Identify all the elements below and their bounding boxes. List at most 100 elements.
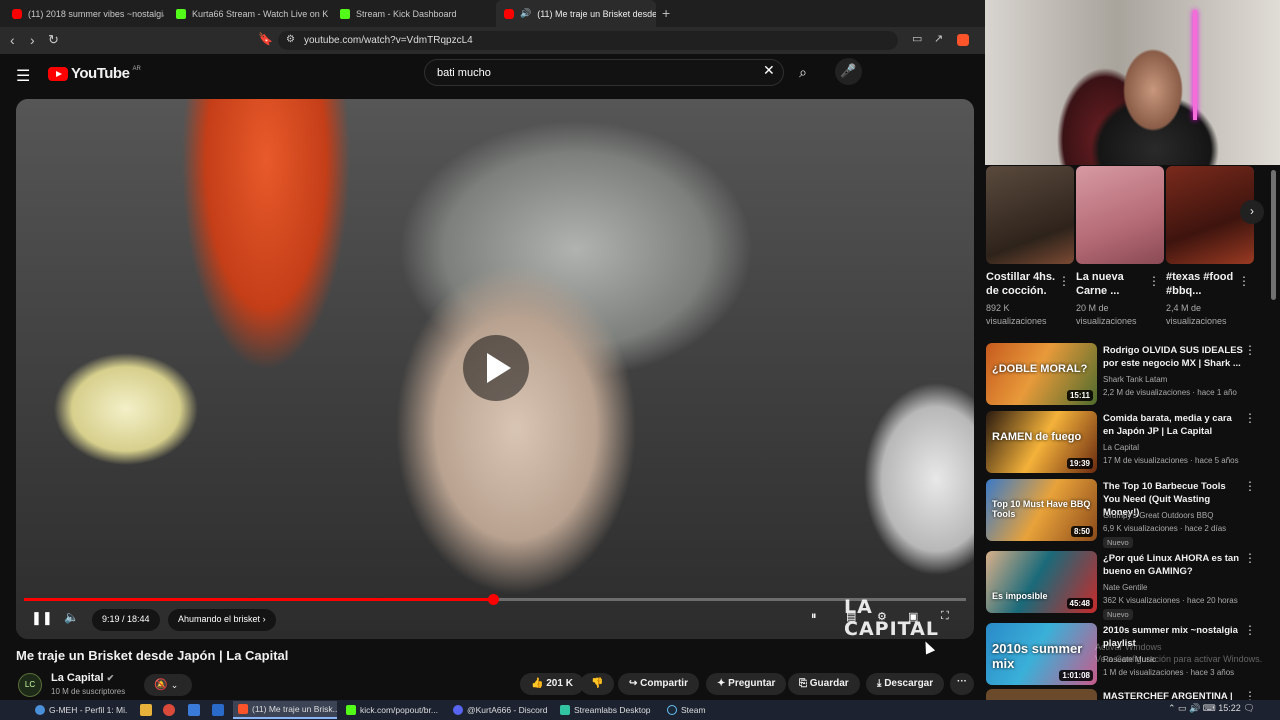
save-button[interactable]: ⎘ Guardar xyxy=(788,673,860,695)
recommended-channel[interactable]: Nate Gentile xyxy=(1103,583,1147,592)
video-menu-icon[interactable]: ⋮ xyxy=(1244,689,1256,700)
video-title: Me traje un Brisket desde Japón | La Cap… xyxy=(16,648,289,663)
recommended-video[interactable]: RAMEN de fuego 19:39 Comida barata, medi… xyxy=(986,411,1266,477)
brave-shield-icon[interactable] xyxy=(957,34,969,46)
notification-bell-button[interactable]: 🔕 ⌄ xyxy=(144,674,192,696)
autoplay-toggle-icon[interactable]: ⏸ xyxy=(811,610,817,623)
recommended-channel[interactable]: La Capital xyxy=(1103,443,1139,452)
video-thumbnail[interactable]: ¿DOBLE MORAL? 15:11 xyxy=(986,343,1097,405)
more-actions-button[interactable]: ··· xyxy=(950,673,974,695)
video-menu-icon[interactable]: ⋮ xyxy=(1244,343,1256,357)
back-icon[interactable]: ‹ xyxy=(10,32,15,48)
recommended-channel[interactable]: Shark Tank Latam xyxy=(1103,375,1167,384)
video-thumbnail[interactable]: Top 10 Must Have BBQ Tools 8:50 xyxy=(986,479,1097,541)
short-thumbnail[interactable] xyxy=(986,166,1074,264)
settings-gear-icon[interactable]: ⚙ xyxy=(877,610,887,623)
volume-tray-icon[interactable]: 🔊 xyxy=(1189,703,1203,713)
video-thumbnail[interactable]: 2010s summer mix 1:01:08 xyxy=(986,623,1097,685)
video-menu-icon[interactable]: ⋮ xyxy=(1244,551,1256,565)
taskbar-item[interactable]: Streamlabs Desktop xyxy=(555,701,657,719)
search-input[interactable]: bati mucho xyxy=(424,59,784,86)
share-button[interactable]: ↪ Compartir xyxy=(618,673,699,695)
new-tab-button[interactable]: + xyxy=(662,5,670,21)
browser-tab[interactable]: Kurta66 Stream - Watch Live on K xyxy=(168,0,328,27)
taskbar-item[interactable]: @KurtA666 - Discord xyxy=(448,701,552,719)
recommended-title[interactable]: Rodrigo OLVIDA SUS IDEALES por este nego… xyxy=(1103,344,1243,370)
progress-bar[interactable] xyxy=(24,594,966,605)
video-menu-icon[interactable]: ⋮ xyxy=(1244,411,1256,425)
store-icon[interactable] xyxy=(188,704,200,716)
url-field[interactable]: youtube.com/watch?v=VdmTRqpzcL4 xyxy=(278,31,898,50)
short-menu-icon[interactable]: ⋮ xyxy=(1148,274,1160,288)
share-icon[interactable]: ↗ xyxy=(934,32,943,45)
duration-badge: 19:39 xyxy=(1066,458,1093,469)
fullscreen-icon[interactable]: ⛶ xyxy=(941,610,949,623)
short-thumbnail[interactable] xyxy=(1076,166,1164,264)
dislike-button[interactable]: 👎 xyxy=(580,673,615,695)
recommended-video[interactable]: MASTERCHEF ARGENTINA | ⋮ xyxy=(986,689,1266,700)
video-thumbnail[interactable] xyxy=(986,689,1097,700)
browser-tab[interactable]: (11) 2018 summer vibes ~nostalgia p xyxy=(4,0,164,27)
video-menu-icon[interactable]: ⋮ xyxy=(1244,623,1256,637)
pause-icon[interactable]: ❚❚ xyxy=(31,610,53,626)
shorts-next-chevron-icon[interactable]: › xyxy=(1240,200,1264,224)
channel-name[interactable]: La Capital ✔ xyxy=(51,672,114,684)
recommended-video[interactable]: ¿DOBLE MORAL? 15:11 Rodrigo OLVIDA SUS I… xyxy=(986,343,1266,409)
cast-icon[interactable]: ▭ xyxy=(912,32,922,45)
download-button[interactable]: ⤓ Descargar xyxy=(866,673,945,695)
sidebar-scrollbar[interactable] xyxy=(1271,170,1276,300)
video-player[interactable]: LA CAPITAL ❚❚ 🔈 9:19 / 18:44 Ahumando el… xyxy=(16,99,974,639)
clear-search-icon[interactable]: ✕ xyxy=(763,62,775,79)
volume-icon[interactable]: 🔈 xyxy=(64,610,79,624)
browser-tab-active[interactable]: 🔊 (11) Me traje un Brisket desde ✕ xyxy=(496,0,656,27)
chrome-icon[interactable] xyxy=(163,704,175,716)
taskbar-label: kick.com/popout/br... xyxy=(360,705,438,715)
miniplayer-icon[interactable]: ▣ xyxy=(908,610,918,623)
network-icon[interactable]: ▭ xyxy=(1178,703,1189,713)
bookmark-icon[interactable]: 🔖 xyxy=(258,32,273,46)
recommended-video[interactable]: Top 10 Must Have BBQ Tools 8:50 The Top … xyxy=(986,479,1266,548)
recommended-title[interactable]: MASTERCHEF ARGENTINA | xyxy=(1103,690,1243,700)
video-menu-icon[interactable]: ⋮ xyxy=(1244,479,1256,493)
taskbar-item[interactable]: kick.com/popout/br... xyxy=(341,701,443,719)
like-button[interactable]: 👍 201 K xyxy=(520,673,584,695)
ask-button[interactable]: ✦ Preguntar xyxy=(706,673,787,695)
search-icon[interactable]: ⌕ xyxy=(788,59,818,86)
video-thumbnail[interactable]: RAMEN de fuego 19:39 xyxy=(986,411,1097,473)
clock[interactable]: 15:22 xyxy=(1218,703,1241,713)
recommended-channel[interactable]: Grumpy's Great Outdoors BBQ xyxy=(1103,511,1213,520)
video-thumbnail[interactable]: Es imposible 45:48 xyxy=(986,551,1097,613)
forward-icon[interactable]: › xyxy=(30,32,35,48)
reload-icon[interactable]: ↻ xyxy=(48,32,59,48)
big-play-button[interactable] xyxy=(463,335,529,401)
hamburger-menu-icon[interactable]: ☰ xyxy=(16,66,30,86)
youtube-logo[interactable]: YouTube AR xyxy=(48,65,141,82)
voice-search-mic-icon[interactable]: 🎤 xyxy=(835,58,862,85)
recommended-video[interactable]: Es imposible 45:48 ¿Por qué Linux AHORA … xyxy=(986,551,1266,620)
short-title[interactable]: La nueva Carne ... xyxy=(1076,270,1151,298)
taskbar-item[interactable]: G-MEH - Perfil 1: Mi... xyxy=(30,701,128,719)
recommended-title[interactable]: ¿Por qué Linux AHORA es tan bueno en GAM… xyxy=(1103,552,1243,578)
taskbar-item-active[interactable]: (11) Me traje un Brisk... xyxy=(233,701,337,719)
keyboard-icon[interactable]: ⌨ xyxy=(1203,703,1219,713)
file-explorer-icon[interactable] xyxy=(140,704,152,716)
short-title[interactable]: #texas #food #bbq... xyxy=(1166,270,1241,298)
channel-avatar[interactable]: LC xyxy=(18,673,42,697)
tray-chevron-icon[interactable]: ⌃ xyxy=(1168,703,1178,713)
notifications-icon[interactable]: 🗨 xyxy=(1243,703,1254,713)
recommended-title[interactable]: Comida barata, media y cara en Japón JP … xyxy=(1103,412,1243,438)
browser-tab-bar: (11) 2018 summer vibes ~nostalgia p Kurt… xyxy=(0,0,985,27)
site-info-icon[interactable]: ⚙ xyxy=(286,34,295,45)
system-tray[interactable]: ⌃ ▭ 🔊 ⌨ 15:22 🗨 xyxy=(1168,703,1255,714)
windows-activation-watermark: Activar Windows Ve a Configuración para … xyxy=(1095,641,1262,665)
thumbnail-text: 2010s summer mix xyxy=(992,641,1083,671)
browser-tab[interactable]: Stream - Kick Dashboard xyxy=(332,0,492,27)
app-icon[interactable] xyxy=(212,704,224,716)
short-title[interactable]: Costillar 4hs. de cocción. xyxy=(986,270,1061,298)
like-count: 201 K xyxy=(546,678,573,689)
taskbar-item[interactable]: Steam xyxy=(662,701,766,719)
short-menu-icon[interactable]: ⋮ xyxy=(1238,274,1250,288)
chapter-button[interactable]: Ahumando el brisket › xyxy=(168,609,276,631)
subtitles-icon[interactable]: ▤ xyxy=(846,610,856,623)
short-menu-icon[interactable]: ⋮ xyxy=(1058,274,1070,288)
